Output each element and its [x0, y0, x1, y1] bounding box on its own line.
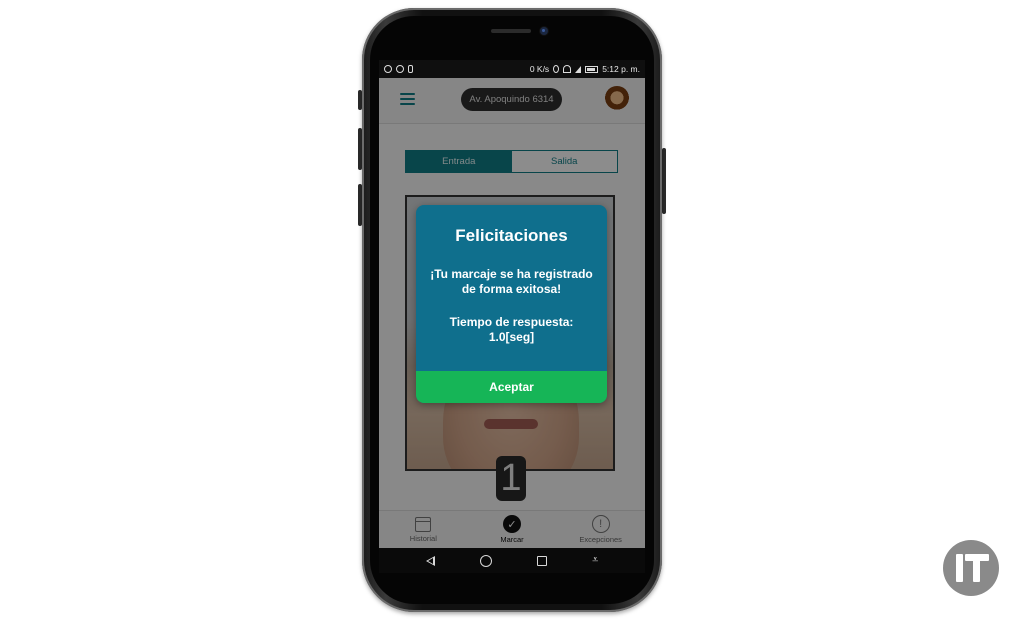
dialog-title: Felicitaciones [455, 226, 568, 245]
recent-apps-icon[interactable] [536, 555, 547, 566]
earpiece-speaker [491, 29, 531, 33]
battery-icon [585, 65, 599, 73]
signal-icon [575, 65, 582, 73]
dialog-message: ¡Tu marcaje se ha registrado de forma ex… [430, 267, 593, 296]
status-left-icons [384, 65, 413, 73]
call-icon [384, 65, 392, 73]
bluetooth-icon [553, 65, 560, 73]
status-time: 5:12 p. m. [602, 64, 640, 74]
front-camera [540, 27, 548, 35]
wifi-icon [563, 65, 572, 73]
network-speed: 0 K/s [529, 64, 550, 74]
notification-icon [408, 65, 413, 73]
accept-button[interactable]: Aceptar [416, 371, 607, 403]
success-dialog: Felicitaciones ¡Tu marcaje se ha registr… [416, 205, 607, 403]
status-bar: 0 K/s 5:12 p. m. [379, 60, 645, 78]
response-time-label: Tiempo de respuesta: [449, 315, 574, 329]
android-nav-bar: ⩡ [379, 548, 645, 573]
status-right: 0 K/s 5:12 p. m. [530, 64, 640, 74]
phone-screen: 0 K/s 5:12 p. m. Av. Apoquindo 6314 Entr… [379, 60, 645, 548]
nfc-icon [396, 65, 404, 73]
dialog-response-time: Tiempo de respuesta: 1.0[seg] [426, 315, 597, 345]
notification-pulldown-icon[interactable]: ⩡ [592, 555, 598, 566]
response-time-value: 1.0[seg] [488, 330, 535, 344]
phone-side-button-right [662, 148, 666, 214]
back-icon[interactable] [425, 555, 435, 566]
home-icon[interactable] [479, 554, 492, 567]
stage: 0 K/s 5:12 p. m. Av. Apoquindo 6314 Entr… [0, 0, 1024, 620]
it-logo [943, 540, 999, 596]
